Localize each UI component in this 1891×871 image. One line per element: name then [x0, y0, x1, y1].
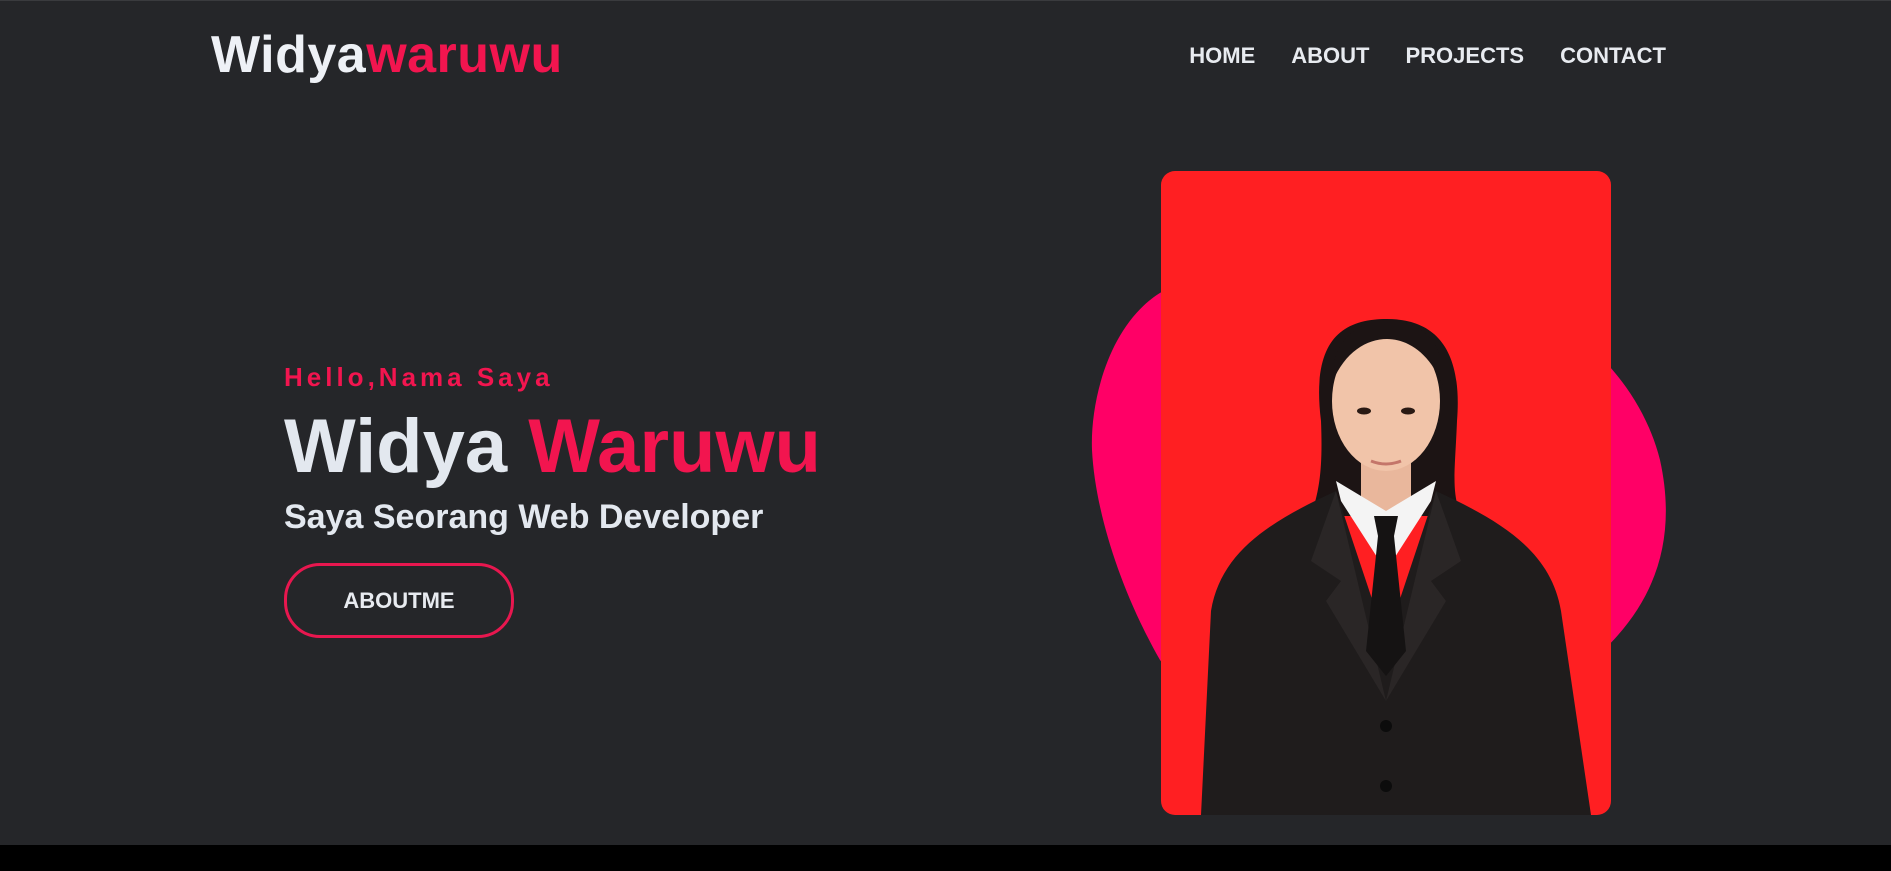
top-divider: [0, 0, 1891, 1]
about-me-button[interactable]: ABOUTME: [284, 563, 514, 638]
profile-photo-area: [1090, 170, 1670, 820]
nav-contact[interactable]: CONTACT: [1560, 42, 1666, 70]
hero-section: Hello,Nama Saya Widya Waruwu Saya Seoran…: [284, 360, 821, 638]
main-nav: HOME ABOUT PROJECTS CONTACT: [1189, 42, 1666, 70]
page: Widyawaruwu HOME ABOUT PROJECTS CONTACT …: [0, 0, 1891, 845]
profile-photo: [1161, 171, 1611, 815]
nav-home[interactable]: HOME: [1189, 42, 1255, 70]
hero-name: Widya Waruwu: [284, 404, 821, 490]
logo-first: Widya: [211, 26, 367, 84]
hero-greeting: Hello,Nama Saya: [284, 362, 554, 392]
nav-about[interactable]: ABOUT: [1291, 42, 1369, 70]
site-logo[interactable]: Widyawaruwu: [211, 24, 563, 86]
hero-name-last: Waruwu: [528, 404, 821, 489]
nav-projects[interactable]: PROJECTS: [1405, 42, 1524, 70]
logo-second: waruwu: [366, 26, 563, 84]
hero-name-first: Widya: [284, 404, 508, 489]
person-illustration: [1201, 319, 1591, 815]
hero-role: Saya Seorang Web Developer: [284, 498, 764, 536]
